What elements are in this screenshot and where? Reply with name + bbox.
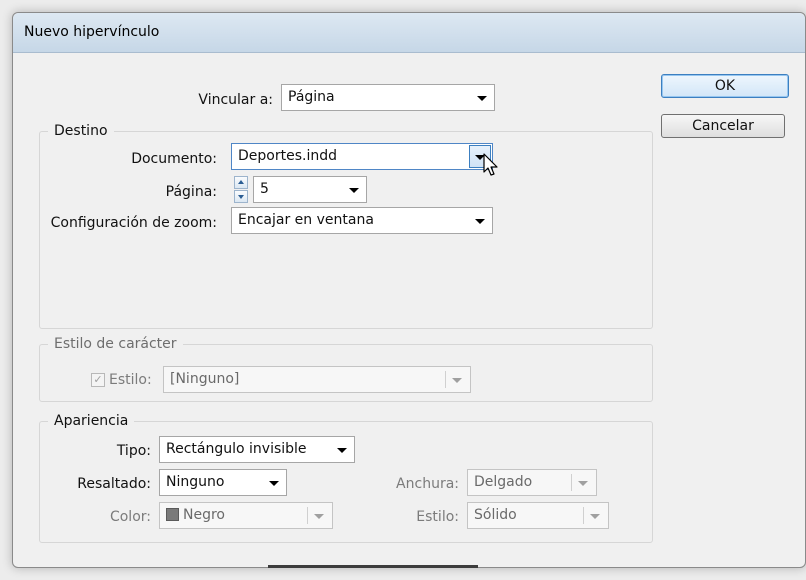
new-hyperlink-dialog: Nuevo hipervínculo Vincular a: Página OK…	[12, 12, 806, 568]
line-style-label: Estilo:	[416, 509, 459, 525]
document-dropdown[interactable]: Deportes.indd	[231, 143, 493, 170]
page-label: Página:	[165, 184, 217, 200]
ok-button[interactable]: OK	[661, 74, 789, 98]
color-swatch-icon	[166, 508, 179, 521]
link-to-value: Página	[288, 89, 335, 105]
dropdown-separator	[307, 507, 308, 524]
width-label: Anchura:	[396, 476, 459, 492]
type-label: Tipo:	[116, 443, 151, 459]
dropdown-separator	[445, 371, 446, 388]
character-style-dropdown[interactable]: [Ninguno]	[163, 366, 471, 393]
spinner-down-icon[interactable]	[234, 190, 248, 203]
chevron-down-icon	[475, 219, 485, 224]
character-style-value: [Ninguno]	[170, 371, 240, 387]
destination-legend: Destino	[48, 122, 114, 140]
cancel-button[interactable]: Cancelar	[661, 114, 785, 138]
chevron-down-icon	[337, 448, 347, 453]
chevron-down-icon	[590, 514, 600, 519]
link-to-label: Vincular a:	[198, 92, 273, 108]
line-style-value: Sólido	[474, 507, 517, 523]
page-spinner[interactable]	[234, 176, 248, 203]
chevron-down-icon	[452, 378, 462, 383]
width-value: Delgado	[474, 474, 533, 490]
chevron-down-icon	[578, 481, 588, 486]
spinner-up-icon[interactable]	[234, 176, 248, 189]
page-dropdown[interactable]: 5	[253, 176, 367, 203]
dropdown-separator	[571, 474, 572, 491]
chevron-down-icon	[349, 188, 359, 193]
document-value: Deportes.indd	[238, 148, 337, 164]
mouse-pointer-icon	[483, 153, 498, 176]
highlight-value: Ninguno	[166, 474, 225, 490]
zoom-label: Configuración de zoom:	[50, 215, 217, 231]
zoom-dropdown[interactable]: Encajar en ventana	[231, 207, 493, 234]
chevron-down-icon	[314, 514, 324, 519]
dialog-title: Nuevo hipervínculo	[24, 24, 160, 40]
type-value: Rectángulo invisible	[166, 441, 307, 457]
color-value: Negro	[183, 507, 225, 523]
line-style-dropdown[interactable]: Sólido	[467, 502, 609, 529]
color-label: Color:	[109, 509, 151, 525]
dropdown-separator	[583, 507, 584, 524]
style-checkbox-label: Estilo:	[109, 372, 152, 388]
style-checkbox[interactable]: ✓	[91, 373, 105, 387]
zoom-value: Encajar en ventana	[238, 212, 374, 228]
window-bottom-edge	[268, 565, 478, 568]
title-bar: Nuevo hipervínculo	[13, 13, 805, 53]
chevron-down-icon	[269, 481, 279, 486]
type-dropdown[interactable]: Rectángulo invisible	[159, 436, 355, 463]
highlight-label: Resaltado:	[77, 476, 151, 492]
width-dropdown[interactable]: Delgado	[467, 469, 597, 496]
character-style-legend: Estilo de carácter	[48, 335, 183, 353]
color-dropdown[interactable]: Negro	[159, 502, 333, 529]
link-to-dropdown[interactable]: Página	[281, 84, 495, 111]
appearance-legend: Apariencia	[48, 412, 135, 430]
document-label: Documento:	[131, 151, 217, 167]
highlight-dropdown[interactable]: Ninguno	[159, 469, 287, 496]
page-value: 5	[260, 181, 269, 197]
checkmark-icon: ✓	[93, 373, 103, 386]
chevron-down-icon	[477, 96, 487, 101]
